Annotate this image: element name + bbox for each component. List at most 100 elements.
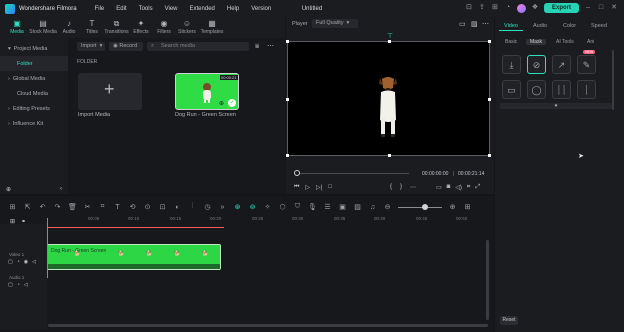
- zoom-slider[interactable]: [398, 203, 442, 210]
- toolbar-filters[interactable]: ◉ Filters: [153, 17, 175, 38]
- menu-view[interactable]: View: [165, 6, 178, 12]
- avatar[interactable]: [516, 3, 526, 13]
- list-icon[interactable]: ☰: [323, 203, 332, 211]
- preview-canvas[interactable]: ⊤: [286, 33, 491, 157]
- sidebar-item-cloud-media[interactable]: Cloud Media: [0, 86, 68, 101]
- playback-scrubber[interactable]: [295, 173, 409, 174]
- subtab-ai-tools[interactable]: AI Tools: [556, 39, 574, 45]
- mute-icon[interactable]: ◁: [32, 259, 36, 265]
- sidebar-item-global-media[interactable]: › Global Media: [0, 71, 68, 86]
- play-icon[interactable]: ▷: [305, 184, 310, 191]
- toolbar-effects[interactable]: ✦ Effects: [130, 17, 152, 38]
- volume-icon[interactable]: ◁): [455, 184, 462, 191]
- tab-audio[interactable]: Audio: [533, 23, 547, 29]
- tab-speed[interactable]: Speed: [591, 23, 607, 29]
- menu-help[interactable]: Help: [227, 6, 239, 12]
- transform-handle[interactable]: [488, 40, 491, 43]
- split-icon[interactable]: ✂: [83, 203, 92, 211]
- sidebar-item-project-media[interactable]: ▾ Project Media: [0, 41, 68, 56]
- speed-icon[interactable]: ◷: [203, 203, 212, 211]
- transform-handle[interactable]: [488, 98, 491, 101]
- previous-frame-icon[interactable]: ⏮: [294, 184, 299, 191]
- zoom-clip-icon[interactable]: ⊙: [143, 203, 152, 211]
- render-icon[interactable]: ⊛: [233, 203, 242, 211]
- quality-dropdown[interactable]: Full Quality ▾: [312, 19, 358, 28]
- mask-pen-icon[interactable]: ↗: [552, 55, 571, 74]
- zoom-slider-handle[interactable]: [422, 203, 428, 210]
- folder-icon[interactable]: ▢: [8, 282, 13, 288]
- subtab-animation[interactable]: Ani: [587, 39, 594, 45]
- crop-icon[interactable]: ⌗: [467, 184, 470, 191]
- record-dropdown[interactable]: ◉ Record: [109, 42, 143, 51]
- reset-button[interactable]: Reset: [500, 316, 518, 325]
- more-options-icon[interactable]: ⋯: [267, 42, 274, 50]
- toolbar-media[interactable]: ▣ Media: [6, 17, 28, 38]
- sidebar-item-influence-kit[interactable]: › Influence Kit: [0, 116, 68, 131]
- scrubber-handle[interactable]: [294, 170, 300, 176]
- properties-scrollbar[interactable]: [612, 50, 614, 110]
- delete-icon[interactable]: 🗑: [68, 203, 77, 211]
- maximize-icon[interactable]: □: [597, 4, 605, 12]
- tab-color[interactable]: Color: [563, 23, 576, 29]
- menu-tools[interactable]: Tools: [139, 6, 153, 12]
- zoom-in-icon[interactable]: ⊕: [448, 203, 457, 211]
- undo-icon[interactable]: ↶: [38, 203, 47, 211]
- mark-out-icon[interactable]: }: [400, 184, 402, 191]
- stop-icon[interactable]: □: [328, 184, 332, 191]
- transform-handle[interactable]: [488, 154, 491, 157]
- add-to-timeline-icon[interactable]: ⊕: [219, 100, 224, 107]
- timeline-horizontal-scrollbar[interactable]: [48, 324, 488, 327]
- menu-version[interactable]: Version: [251, 6, 271, 12]
- audio-adjust-icon[interactable]: ⫶: [188, 203, 197, 211]
- more-options-icon[interactable]: ⋯: [482, 20, 489, 28]
- more-options-icon[interactable]: ⋯: [410, 184, 416, 191]
- mask-import-icon[interactable]: ⤓: [502, 55, 521, 74]
- add-folder-icon[interactable]: ⊕: [6, 186, 11, 194]
- color-icon[interactable]: ◐: [173, 204, 182, 211]
- next-frame-icon[interactable]: ▷|: [316, 184, 322, 191]
- grid-view-icon[interactable]: ⊞: [463, 203, 472, 211]
- camera-icon[interactable]: ◙: [447, 184, 451, 191]
- shield-icon[interactable]: ⛉: [293, 203, 302, 211]
- menu-edit[interactable]: Edit: [116, 6, 126, 12]
- lock-icon[interactable]: ◔: [17, 259, 20, 265]
- gift-icon[interactable]: ❖: [531, 4, 539, 12]
- transform-handle[interactable]: [388, 154, 391, 157]
- toolbar-audio[interactable]: ♪ Audio: [58, 17, 80, 38]
- mask-none-icon[interactable]: ⊘: [527, 55, 546, 74]
- snapshot-icon[interactable]: ▭: [459, 20, 466, 28]
- filter-sort-icon[interactable]: ⩸: [255, 43, 259, 51]
- text-icon[interactable]: T: [113, 204, 122, 211]
- media-clip-thumbnail[interactable]: 00:00:21 ⊕ ✓: [175, 73, 239, 110]
- crop-icon[interactable]: ⌗: [98, 203, 107, 211]
- transform-handle[interactable]: [286, 98, 289, 101]
- timeline-video-clip[interactable]: Dog Run - Green Screen 🐕 🐕 🐕 🐕 🐕: [47, 244, 221, 270]
- transform-handle[interactable]: [286, 40, 289, 43]
- music-icon[interactable]: ♫: [368, 204, 377, 211]
- layout-icon[interactable]: ⊞: [8, 203, 17, 211]
- toolbar-stock-media[interactable]: ▤ Stock Media: [29, 17, 57, 38]
- tab-video[interactable]: Video: [504, 23, 518, 29]
- transform-icon[interactable]: ⊡: [158, 203, 167, 211]
- eye-icon[interactable]: ◉: [24, 259, 28, 265]
- monitor-icon[interactable]: ▭: [436, 184, 442, 191]
- folder-icon[interactable]: ▢: [8, 259, 13, 265]
- mask-rectangle-icon[interactable]: ▭: [502, 80, 521, 99]
- work-area-bar[interactable]: [48, 227, 224, 228]
- sidebar-item-folder[interactable]: Folder: [0, 56, 68, 71]
- toolbar-transitions[interactable]: ⧉ Transitions: [104, 17, 129, 38]
- picture-icon[interactable]: ▨: [353, 203, 362, 211]
- backup-icon[interactable]: ⊡: [465, 4, 473, 12]
- magic-icon[interactable]: ✧: [263, 203, 272, 211]
- import-dropdown[interactable]: Import ▾: [77, 42, 105, 51]
- sidebar-item-editing-presets[interactable]: › Editing Presets: [0, 101, 68, 116]
- mark-in-icon[interactable]: {: [390, 184, 392, 191]
- import-media-card[interactable]: +: [78, 73, 142, 110]
- redo-icon[interactable]: ↷: [53, 203, 62, 211]
- smart-cut-icon[interactable]: ⊚: [248, 203, 257, 211]
- image-icon[interactable]: ▨: [471, 20, 478, 28]
- mask-line-icon[interactable]: ⏐⏐: [552, 80, 571, 99]
- mask-ellipse-icon[interactable]: ◯: [527, 80, 546, 99]
- rotate-handle-icon[interactable]: ⊤: [387, 32, 393, 40]
- toolbar-templates[interactable]: ▦ Templates: [199, 17, 225, 38]
